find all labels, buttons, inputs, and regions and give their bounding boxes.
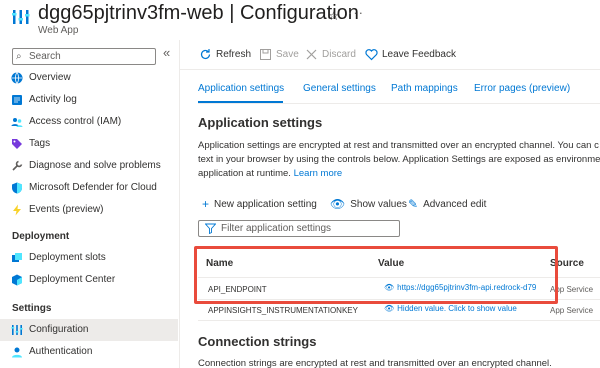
description-line: application at runtime. Learn more <box>198 167 600 181</box>
sidebar-item-diagnose[interactable]: Diagnose and solve problems <box>0 155 178 177</box>
sidebar-item-overview[interactable]: Overview <box>0 67 178 89</box>
configuration-app-icon <box>12 10 30 24</box>
sidebar-item-label: Authentication <box>29 346 93 357</box>
sidebar-item-authentication[interactable]: Authentication <box>0 341 178 363</box>
filter-settings-input[interactable]: Filter application settings <box>198 220 400 237</box>
sidebar-item-defender[interactable]: Microsoft Defender for Cloud <box>0 177 178 199</box>
save-label: Save <box>276 49 299 60</box>
more-icon[interactable]: ··· <box>348 5 364 20</box>
plus-icon: + <box>202 197 210 211</box>
close-icon <box>306 49 317 60</box>
sidebar-item-label: Deployment Center <box>29 274 116 285</box>
sidebar-item-label: Diagnose and solve problems <box>29 160 161 171</box>
show-values-label: Show values <box>350 198 407 210</box>
save-icon <box>260 49 271 60</box>
slots-icon <box>12 253 22 262</box>
section-description: Application settings are encrypted at re… <box>198 139 600 181</box>
description-text: application at runtime. <box>198 168 294 179</box>
sidebar-item-deployment-slots[interactable]: Deployment slots <box>0 247 178 269</box>
toolbar-divider <box>180 69 600 70</box>
section-header-settings: Settings <box>12 303 52 314</box>
resource-type: Web App <box>38 25 79 36</box>
collapse-sidebar-icon[interactable]: « <box>163 45 170 60</box>
blade-header: dgg65pjtrinv3fm-web | Configuration Web … <box>0 0 600 40</box>
people-icon <box>11 118 23 127</box>
command-bar: Refresh Save Discard Leave Feedback <box>180 44 600 68</box>
tabs-divider <box>198 103 600 104</box>
tab-path-mappings[interactable]: Path mappings <box>391 83 458 94</box>
tab-error-pages[interactable]: Error pages (preview) <box>474 83 570 94</box>
favorite-star-icon[interactable]: ☆ <box>328 8 340 24</box>
wrench-icon <box>12 160 23 171</box>
pencil-icon: ✎ <box>408 197 419 211</box>
connection-strings-description: Connection strings are encrypted at rest… <box>198 358 552 368</box>
sidebar-item-configuration[interactable]: Configuration <box>0 319 178 341</box>
new-application-setting-button[interactable]: + New application setting <box>202 197 317 211</box>
description-line: text in your browser by using the contro… <box>198 154 600 165</box>
sidebar-item-label: Microsoft Defender for Cloud <box>29 182 157 193</box>
filter-icon <box>205 223 216 234</box>
sidebar-item-deployment-center[interactable]: Deployment Center <box>0 269 178 291</box>
sidebar: ⌕ Search « Overview Activity log Access … <box>0 44 178 368</box>
setting-source: App Service <box>550 306 594 315</box>
advanced-edit-button[interactable]: ✎ Advanced edit <box>408 197 486 211</box>
heart-icon <box>365 49 378 61</box>
sidebar-item-access-control[interactable]: Access control (IAM) <box>0 111 178 133</box>
configuration-icon <box>11 325 23 335</box>
shield-icon <box>12 182 22 194</box>
show-values-button[interactable]: 👁︎ Show values <box>330 197 407 211</box>
sidebar-search-input[interactable]: ⌕ Search <box>12 48 156 65</box>
connection-strings-title: Connection strings <box>198 334 317 349</box>
sidebar-item-label: Deployment slots <box>29 252 106 263</box>
sidebar-item-tags[interactable]: Tags <box>0 133 178 155</box>
eye-icon: 👁︎ <box>384 304 395 313</box>
page-title: dgg65pjtrinv3fm-web | Configuration <box>38 2 359 24</box>
highlight-annotation-box <box>194 246 558 304</box>
sidebar-item-label: Tags <box>29 138 51 149</box>
section-title: Application settings <box>198 115 323 130</box>
sidebar-divider <box>179 40 180 368</box>
refresh-icon <box>200 49 211 60</box>
save-button[interactable]: Save <box>259 48 299 61</box>
refresh-label: Refresh <box>216 49 252 60</box>
sidebar-item-label: Configuration <box>29 324 89 335</box>
sidebar-item-events[interactable]: Events (preview) <box>0 199 178 221</box>
sidebar-item-label: Overview <box>29 72 71 83</box>
lightning-icon <box>13 204 21 216</box>
table-row-divider <box>198 320 600 321</box>
sidebar-item-label: Events (preview) <box>29 204 104 215</box>
learn-more-link[interactable]: Learn more <box>294 168 343 179</box>
setting-name[interactable]: APPINSIGHTS_INSTRUMENTATIONKEY <box>208 306 358 315</box>
refresh-button[interactable]: Refresh <box>199 48 251 61</box>
sidebar-item-activity-log[interactable]: Activity log <box>0 89 178 111</box>
setting-value-text: Hidden value. Click to show value <box>397 304 517 313</box>
user-icon <box>12 347 22 358</box>
tag-icon <box>12 139 22 149</box>
leave-feedback-label: Leave Feedback <box>382 49 456 60</box>
discard-button[interactable]: Discard <box>305 48 356 61</box>
sidebar-item-label: Activity log <box>29 94 77 105</box>
tab-general-settings[interactable]: General settings <box>303 83 376 94</box>
leave-feedback-button[interactable]: Leave Feedback <box>365 48 456 61</box>
globe-icon <box>11 72 23 84</box>
activity-log-icon <box>12 95 22 105</box>
search-icon: ⌕ <box>16 51 22 62</box>
sidebar-item-label: Access control (IAM) <box>29 116 122 127</box>
cube-icon <box>12 274 22 286</box>
filter-placeholder: Filter application settings <box>221 223 332 234</box>
eye-icon: 👁︎ <box>330 197 346 211</box>
discard-label: Discard <box>322 49 356 60</box>
setting-value[interactable]: 👁︎ Hidden value. Click to show value <box>384 304 517 313</box>
new-application-setting-label: New application setting <box>214 198 317 210</box>
search-placeholder: Search <box>29 51 61 62</box>
section-header-deployment: Deployment <box>12 231 70 242</box>
tab-application-settings[interactable]: Application settings <box>198 83 284 94</box>
description-line: Application settings are encrypted at re… <box>198 140 599 151</box>
advanced-edit-label: Advanced edit <box>423 198 487 210</box>
